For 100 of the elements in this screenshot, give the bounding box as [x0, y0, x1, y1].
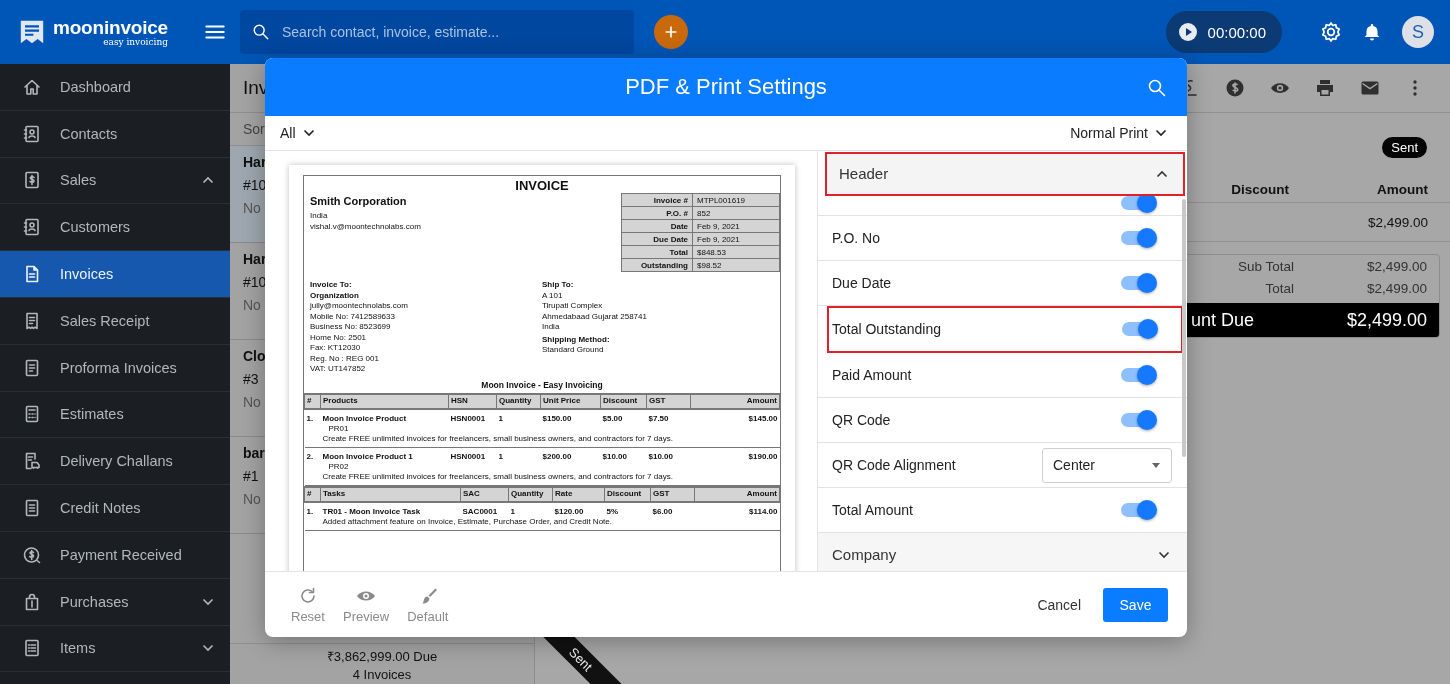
table-cell: $2,499.00	[1367, 214, 1428, 230]
dollar-document-icon	[22, 170, 42, 191]
alignment-dropdown[interactable]: Center	[1042, 447, 1172, 483]
toggle-switch[interactable]	[1119, 364, 1157, 386]
invoice-number: #3	[243, 371, 259, 387]
ship-to-heading: Ship To:	[542, 280, 574, 290]
settings-icon[interactable]	[1320, 21, 1342, 43]
total-value: $2,499.00	[1365, 258, 1427, 274]
client-detail: Home No: 2501	[310, 332, 367, 342]
item-description: Create FREE unlimited invoices for freelancers, small business owners, and contractors for 7 days.	[322, 433, 673, 443]
table-cell: TR01 - Moon Invoice Task	[322, 506, 421, 516]
contact-card-icon	[22, 217, 42, 238]
search-icon[interactable]	[1147, 78, 1167, 98]
section-header[interactable]: Header	[825, 152, 1185, 196]
user-avatar[interactable]: S	[1402, 16, 1434, 48]
invoice-status: No	[243, 200, 261, 216]
collapse-chevron-icon[interactable]	[1156, 169, 1168, 178]
setting-label: Paid Amount	[832, 367, 912, 383]
list-icon	[22, 638, 42, 659]
ship-to-line: India	[542, 322, 560, 332]
invoice-status: No	[243, 297, 261, 313]
sidebar-item[interactable]: Invoices	[0, 251, 230, 298]
column-header: Quantity	[499, 396, 532, 405]
company-detail: India	[310, 211, 328, 220]
client-detail: Fax: KT12030	[310, 343, 361, 353]
invoice-number: #10	[243, 177, 267, 193]
logo-icon	[18, 18, 46, 46]
bill-to-heading: Invoice To:	[310, 280, 352, 290]
table-cell: 1.	[306, 506, 314, 516]
expand-chevron-icon[interactable]	[1158, 550, 1170, 559]
column-header: Products	[323, 396, 358, 405]
table-cell: $120.00	[554, 506, 584, 516]
table-cell: $145.00	[748, 413, 778, 423]
setting-label: Due Date	[832, 275, 892, 291]
toggle-switch[interactable]	[1119, 499, 1157, 521]
expand-chevron-icon[interactable]	[202, 597, 214, 606]
section-header[interactable]: Company	[818, 533, 1187, 571]
table-cell: $10.00	[648, 451, 673, 461]
toggle-switch[interactable]	[1119, 227, 1157, 249]
save-button[interactable]: Save	[1103, 587, 1168, 622]
notification-bell-icon[interactable]	[1362, 22, 1382, 42]
dollar-coin-icon[interactable]	[1225, 78, 1245, 98]
ship-to-line: Ahmedabaad Gujarat 258741	[542, 311, 647, 321]
tool-button[interactable]: Reset	[291, 585, 325, 624]
table-cell: $150.00	[542, 413, 572, 423]
client-detail: Reg. No : REG 001	[310, 353, 379, 363]
search-field[interactable]: Search contact, invoice, estimate...	[240, 10, 634, 54]
cancel-button[interactable]: Cancel	[1037, 596, 1081, 613]
reset-icon	[298, 585, 318, 606]
column-header: GST	[653, 489, 670, 498]
toggle-switch[interactable]	[1119, 196, 1157, 214]
expand-chevron-icon[interactable]	[202, 644, 214, 653]
toggle-switch[interactable]	[1119, 409, 1157, 431]
invoice-tagline: Moon Invoice - Easy Invoicing	[481, 379, 603, 390]
company-detail: vishal.v@moontechnolabs.com	[310, 222, 421, 231]
tool-button[interactable]: Preview	[342, 585, 390, 624]
column-header: SAC	[463, 489, 480, 498]
column-header: Discount	[607, 489, 642, 498]
table-cell: SAC0001	[462, 506, 498, 516]
timer-button[interactable]: 00:00:00	[1165, 11, 1282, 53]
product-code: PR01	[328, 423, 349, 433]
table-cell: $5.00	[602, 413, 623, 423]
client-detail: VAT: UT147852	[310, 364, 366, 374]
print-mode-dropdown[interactable]: Normal Print	[1070, 125, 1167, 141]
add-button[interactable]	[654, 15, 688, 49]
shipping-method-heading: Shipping Method:	[542, 334, 610, 344]
column-header: Unit Price	[543, 396, 581, 405]
chevron-down-icon[interactable]	[1155, 129, 1167, 137]
toggle-switch[interactable]	[1120, 318, 1158, 340]
client-detail: Mobile No: 7412589633	[310, 311, 395, 321]
product-code: PR02	[328, 461, 349, 471]
column-header: Discount	[603, 396, 638, 405]
invoice-count: 4 Invoices	[352, 666, 412, 682]
toggle-switch[interactable]	[1119, 272, 1157, 294]
table-cell: 1	[510, 506, 515, 516]
scrollbar-thumb[interactable]	[1182, 199, 1186, 457]
invoice-number: #10	[243, 274, 267, 290]
sort-label[interactable]: Sor	[243, 121, 265, 137]
dollar-circle-icon	[22, 544, 42, 565]
table-cell: 2.	[306, 451, 314, 461]
table-cell: HSN0001	[450, 451, 486, 461]
filter-dropdown[interactable]: All	[280, 125, 315, 141]
setting-label: QR Code Alignment	[832, 457, 956, 473]
status-badge: Sent	[1382, 137, 1427, 158]
shipping-method: Standard Ground	[542, 345, 604, 355]
total-due-text: ₹3,862,999.00 Due	[326, 647, 438, 665]
collapse-chevron-icon[interactable]	[202, 176, 214, 185]
chevron-down-icon[interactable]	[302, 129, 315, 137]
table-cell: $114.00	[749, 506, 778, 516]
invoice-number: #1	[243, 468, 259, 484]
table-cell: 1.	[306, 413, 314, 423]
table-cell: $6.00	[652, 506, 673, 516]
printer-icon[interactable]	[1315, 78, 1335, 98]
logo-wordmark: mooninvoice	[53, 17, 168, 37]
table-cell: Moon Invoice Product	[322, 413, 407, 423]
table-cell: 1	[498, 451, 503, 461]
meta-label: Invoice #	[621, 193, 693, 207]
column-header: GST	[649, 396, 666, 405]
total-label: Sub Total	[1236, 258, 1295, 274]
client-name: Organization	[310, 290, 359, 300]
